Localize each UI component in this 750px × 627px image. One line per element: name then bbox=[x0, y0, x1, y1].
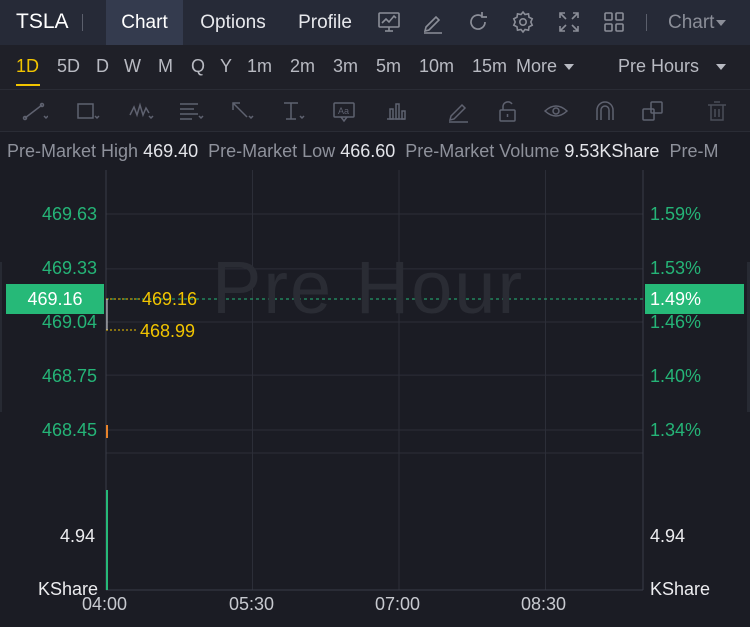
chart-monitor-icon[interactable] bbox=[377, 10, 401, 34]
drawing-toolbar: Aa bbox=[0, 89, 750, 132]
time-tick-label: 07:00 bbox=[375, 594, 421, 614]
tab-chart[interactable]: Chart bbox=[106, 0, 183, 45]
time-tick-label: 08:30 bbox=[521, 594, 567, 614]
settings-gear-icon[interactable] bbox=[511, 10, 535, 34]
text-label-icon[interactable]: Aa bbox=[332, 99, 358, 123]
period-q[interactable]: Q bbox=[191, 56, 205, 77]
trend-line-icon[interactable] bbox=[22, 99, 49, 123]
current-price-badge: 469.16 bbox=[6, 284, 104, 314]
trash-icon[interactable] bbox=[704, 99, 730, 123]
more-periods-dropdown[interactable]: More bbox=[516, 56, 575, 77]
period-1d[interactable]: 1D bbox=[16, 56, 39, 77]
high-value: 469.40 bbox=[143, 141, 199, 161]
left-edge-strip bbox=[0, 262, 2, 412]
pre-market-info: Pre-Market High 469.40 Pre-Market Low 46… bbox=[0, 132, 750, 170]
volume-tick-right: 4.94 bbox=[650, 526, 686, 546]
period-m[interactable]: M bbox=[158, 56, 173, 77]
chevron-down-icon bbox=[564, 64, 575, 71]
period-5m[interactable]: 5m bbox=[376, 56, 401, 77]
time-tick-label: 04:00 bbox=[82, 594, 128, 614]
divider bbox=[646, 14, 647, 31]
current-percent-badge: 1.49% bbox=[645, 284, 744, 314]
period-w[interactable]: W bbox=[124, 56, 141, 77]
arrow-icon[interactable] bbox=[229, 99, 255, 123]
tab-profile[interactable]: Profile bbox=[287, 0, 363, 45]
price-tick-label: 468.75 bbox=[41, 366, 97, 386]
low-label: Pre-Market Low bbox=[208, 141, 336, 161]
svg-text:Aa: Aa bbox=[338, 106, 349, 116]
tab-options[interactable]: Options bbox=[188, 0, 278, 45]
text-marker-icon[interactable] bbox=[280, 99, 306, 123]
period-5d[interactable]: 5D bbox=[57, 56, 80, 77]
period-3m[interactable]: 3m bbox=[333, 56, 358, 77]
period-y[interactable]: Y bbox=[220, 56, 232, 77]
volume-tick-left: 4.94 bbox=[60, 526, 96, 546]
period-d[interactable]: D bbox=[96, 56, 109, 77]
fullscreen-icon[interactable] bbox=[557, 10, 581, 34]
price-tick-label: 469.04 bbox=[41, 312, 97, 332]
session-dropdown[interactable]: Pre Hours bbox=[618, 56, 727, 77]
active-period-indicator bbox=[16, 84, 40, 86]
volume-bar bbox=[106, 490, 108, 590]
chart-type-dropdown[interactable]: Chart bbox=[668, 12, 727, 34]
volume-label: Pre-Market Volume bbox=[405, 141, 560, 161]
period-2m[interactable]: 2m bbox=[290, 56, 315, 77]
wave-pattern-icon[interactable] bbox=[128, 99, 154, 123]
percent-tick-label: 1.40% bbox=[650, 366, 702, 386]
magnet-icon[interactable] bbox=[592, 99, 618, 123]
session-label: Pre Hours bbox=[618, 56, 700, 76]
grid-layout-icon[interactable] bbox=[602, 10, 626, 34]
price-annotation-low: 468.99 bbox=[140, 321, 196, 341]
ticker-symbol: TSLA bbox=[16, 10, 69, 33]
chart-canvas bbox=[0, 170, 750, 591]
time-tick-label: 05:30 bbox=[229, 594, 275, 614]
refresh-icon[interactable] bbox=[466, 10, 490, 34]
price-tick-label: 468.45 bbox=[41, 420, 97, 440]
eye-icon[interactable] bbox=[543, 99, 569, 123]
chart-type-label: Chart bbox=[668, 12, 715, 33]
fibonacci-icon[interactable] bbox=[178, 99, 204, 123]
bar-measure-icon[interactable] bbox=[384, 99, 410, 123]
percent-tick-label: 1.53% bbox=[650, 258, 702, 278]
low-value: 466.60 bbox=[340, 141, 396, 161]
price-annotation-high: 469.16 bbox=[142, 289, 198, 309]
rectangle-icon[interactable] bbox=[74, 99, 100, 123]
period-10m[interactable]: 10m bbox=[419, 56, 454, 77]
lock-icon[interactable] bbox=[495, 99, 521, 123]
more-label: More bbox=[516, 56, 558, 76]
divider bbox=[82, 14, 83, 31]
more-info-label: Pre-M bbox=[669, 141, 719, 161]
period-selector: 1D 5D D W M Q Y 1m 2m 3m 5m 10m 15m More… bbox=[0, 45, 750, 89]
price-tick-label: 469.63 bbox=[41, 204, 97, 224]
chevron-down-icon bbox=[716, 19, 727, 26]
period-1m[interactable]: 1m bbox=[247, 56, 272, 77]
price-chart[interactable]: Pre Hour 469.63 469.33 469.04 468.75 468… bbox=[0, 170, 750, 627]
chart-watermark: Pre Hour bbox=[212, 246, 525, 329]
percent-tick-label: 1.34% bbox=[650, 420, 702, 440]
price-tick-label: 469.33 bbox=[41, 258, 97, 278]
volume-unit-right: KShare bbox=[650, 579, 711, 599]
pencil-icon[interactable] bbox=[446, 99, 472, 123]
edit-pen-icon[interactable] bbox=[421, 10, 445, 34]
top-bar: TSLA Chart Options Profile Chart bbox=[0, 0, 750, 45]
period-15m[interactable]: 15m bbox=[472, 56, 507, 77]
percent-tick-label: 1.59% bbox=[650, 204, 702, 224]
volume-value: 9.53KShare bbox=[564, 141, 660, 161]
chevron-down-icon bbox=[716, 64, 727, 71]
percent-tick-label: 1.46% bbox=[650, 312, 702, 332]
copy-icon[interactable] bbox=[640, 99, 666, 123]
high-label: Pre-Market High bbox=[7, 141, 139, 161]
